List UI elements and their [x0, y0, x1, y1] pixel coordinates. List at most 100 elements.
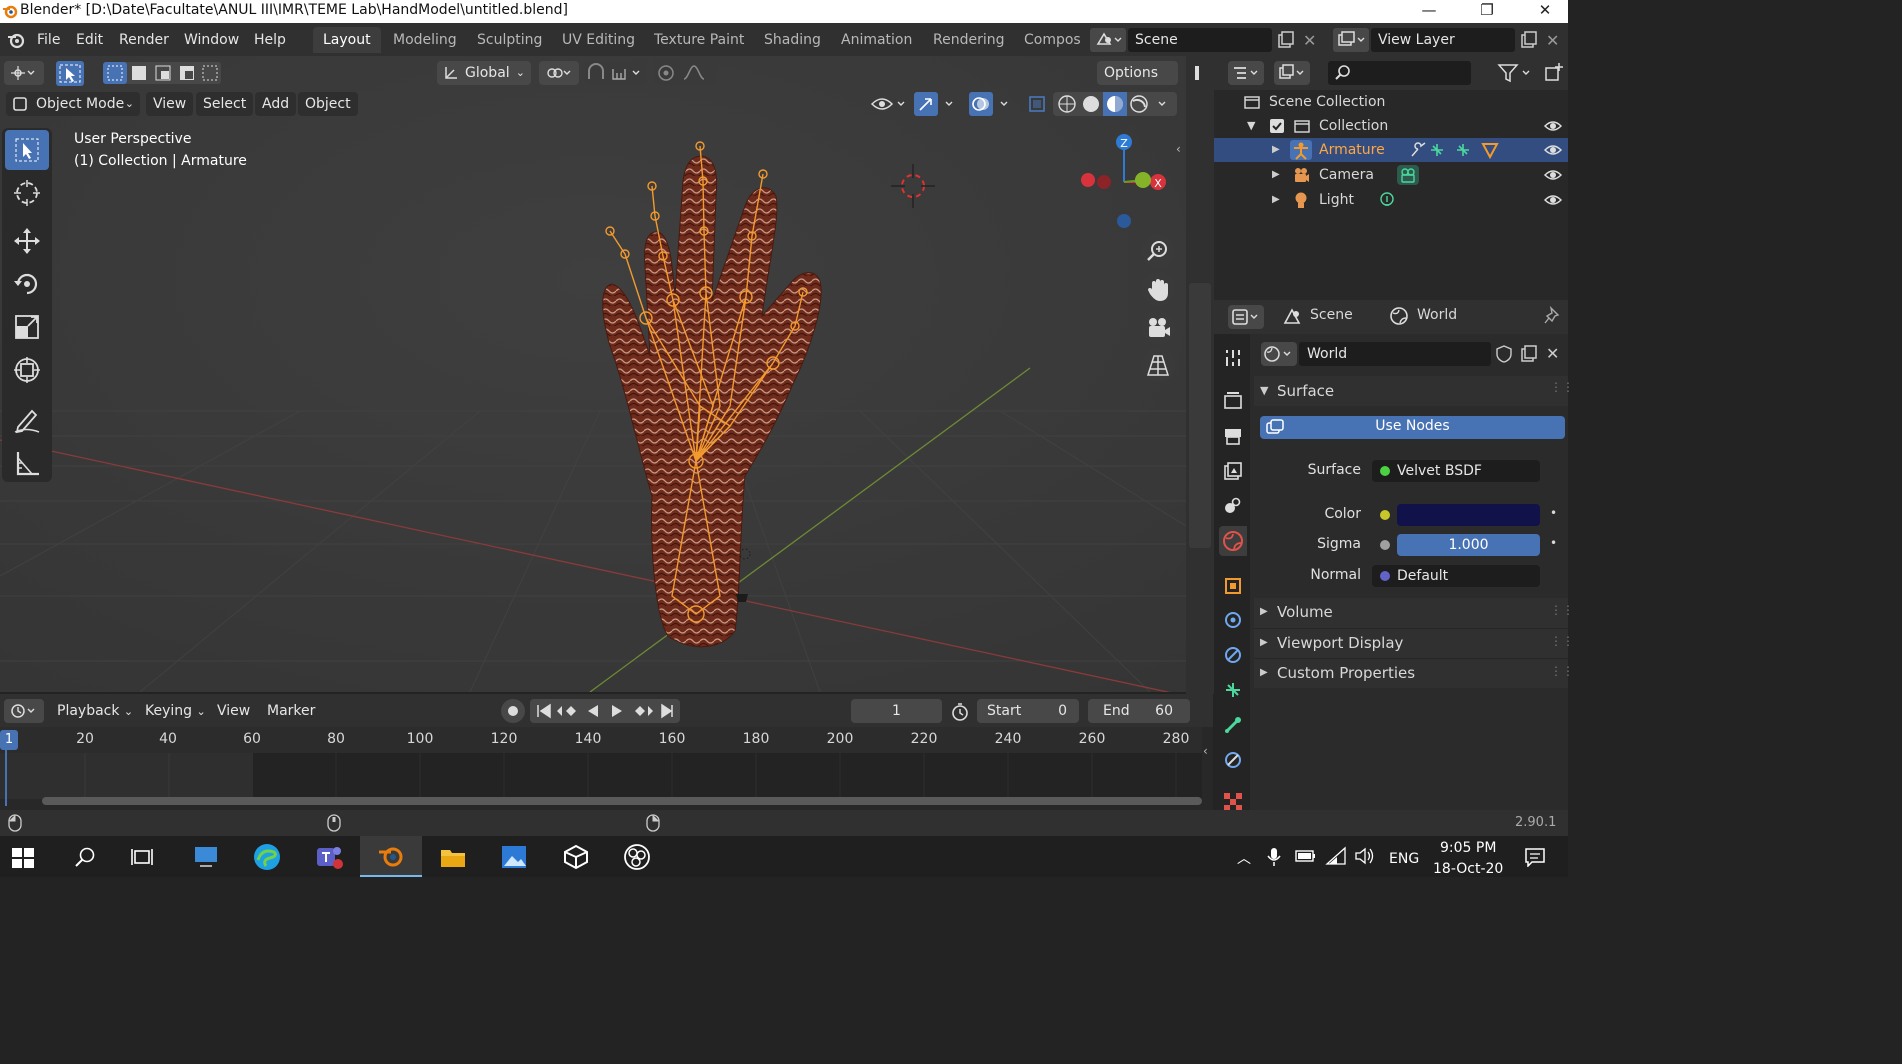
- timeline-view-menu[interactable]: View: [210, 699, 258, 723]
- windows-start-icon[interactable]: [12, 848, 34, 868]
- pivot-point-dropdown[interactable]: [539, 61, 579, 85]
- visibility-eye-icon[interactable]: [1544, 192, 1562, 208]
- expand-arrow-icon[interactable]: ▼: [1260, 384, 1268, 397]
- tab-uv-editing[interactable]: UV Editing: [552, 27, 645, 53]
- notifications-icon[interactable]: [1524, 847, 1546, 867]
- zoom-icon[interactable]: [1141, 234, 1175, 268]
- custom-properties-panel-header[interactable]: ▶ Custom Properties ⋮⋮: [1254, 658, 1574, 688]
- bone-tab-icon[interactable]: [1223, 715, 1243, 735]
- clock-time[interactable]: 9:05 PM: [1440, 840, 1496, 856]
- start-frame-field[interactable]: Start 0: [977, 699, 1079, 723]
- outliner-row-armature[interactable]: ▶ Armature: [1214, 138, 1568, 162]
- constraints-tab-icon[interactable]: [1223, 645, 1243, 665]
- expand-arrow-icon[interactable]: ▶: [1272, 188, 1280, 212]
- search-taskbar-icon[interactable]: [74, 846, 96, 868]
- obs-app-icon[interactable]: [623, 843, 651, 871]
- armature-data-tab-icon[interactable]: [1223, 680, 1243, 700]
- visibility-dropdown[interactable]: [869, 92, 909, 116]
- texture-tab-icon[interactable]: [1223, 792, 1243, 810]
- photos-app-icon[interactable]: [500, 844, 528, 870]
- marker-menu[interactable]: Marker: [260, 699, 323, 723]
- blender-menu-icon[interactable]: [6, 30, 26, 50]
- end-frame-field[interactable]: End 60: [1088, 699, 1190, 723]
- gizmo-toggle-icon[interactable]: [914, 92, 962, 116]
- tool-settings-tab-icon[interactable]: [1223, 348, 1243, 368]
- outliner-row-scene-collection[interactable]: Scene Collection: [1214, 90, 1568, 114]
- drag-handle-icon[interactable]: ⋮⋮: [1550, 380, 1574, 394]
- current-frame-field[interactable]: 1: [851, 699, 942, 723]
- physics-tab-icon[interactable]: [1223, 610, 1243, 630]
- show-hidden-icons-icon[interactable]: ︿: [1237, 848, 1251, 868]
- timeline-horizontal-scrollbar[interactable]: [42, 797, 1202, 805]
- tab-modeling[interactable]: Modeling: [383, 27, 467, 53]
- clock-date[interactable]: 18-Oct-20: [1433, 861, 1503, 877]
- sigma-slider[interactable]: 1.000: [1397, 534, 1540, 556]
- world-browse-button[interactable]: [1261, 342, 1297, 366]
- keyframe-dot-icon[interactable]: •: [1550, 536, 1557, 550]
- transform-tool-icon[interactable]: [5, 350, 49, 390]
- output-tab-icon[interactable]: [1223, 426, 1243, 446]
- timeline-track-area[interactable]: [253, 753, 1202, 799]
- select-tool-button[interactable]: [56, 61, 84, 86]
- tab-sculpting[interactable]: Sculpting: [467, 27, 552, 53]
- collection-checkbox[interactable]: [1270, 119, 1284, 133]
- delete-view-layer-icon[interactable]: ✕: [1546, 31, 1559, 50]
- normal-field[interactable]: Default: [1372, 565, 1540, 587]
- menu-help[interactable]: Help: [254, 32, 286, 48]
- tab-rendering[interactable]: Rendering: [923, 27, 1015, 53]
- menu-object[interactable]: Object: [298, 92, 358, 116]
- viewport-display-panel-header[interactable]: ▶ Viewport Display ⋮⋮: [1254, 628, 1574, 658]
- tab-texture-paint[interactable]: Texture Paint: [644, 27, 754, 53]
- outliner-editor-type-button[interactable]: [1228, 61, 1264, 85]
- scene-browse-button[interactable]: [1090, 28, 1126, 52]
- menu-select[interactable]: Select: [196, 92, 254, 116]
- fake-user-shield-icon[interactable]: [1494, 344, 1514, 364]
- playback-controls[interactable]: [530, 699, 680, 723]
- menu-window[interactable]: Window: [184, 32, 239, 48]
- visibility-eye-icon[interactable]: [1544, 118, 1562, 134]
- annotate-tool-icon[interactable]: [5, 400, 49, 440]
- unity-app-icon[interactable]: [562, 844, 590, 870]
- editor-type-button[interactable]: [4, 61, 44, 85]
- color-swatch[interactable]: [1397, 504, 1540, 526]
- expand-arrow-icon[interactable]: ▶: [1272, 138, 1280, 162]
- tab-compositing[interactable]: Compos: [1014, 27, 1091, 53]
- expand-arrow-icon[interactable]: ▼: [1247, 114, 1255, 138]
- filter-icon[interactable]: [1497, 62, 1537, 84]
- surface-shader-field[interactable]: Velvet BSDF: [1372, 460, 1540, 482]
- unlink-world-icon[interactable]: ✕: [1546, 344, 1559, 363]
- transform-orientation-dropdown[interactable]: Global ⌄: [437, 61, 531, 85]
- cursor-tool-icon[interactable]: [5, 173, 49, 213]
- move-tool-icon[interactable]: [5, 221, 49, 261]
- tab-shading[interactable]: Shading: [754, 27, 831, 53]
- desktop-app-icon[interactable]: [192, 844, 220, 870]
- world-name-field[interactable]: World: [1299, 342, 1491, 366]
- menu-view[interactable]: View: [146, 92, 194, 116]
- camera-view-icon[interactable]: [1141, 310, 1175, 344]
- light-data-icon[interactable]: [1378, 191, 1396, 209]
- scene-breadcrumb[interactable]: Scene: [1310, 307, 1353, 323]
- expand-arrow-icon[interactable]: ▶: [1272, 163, 1280, 187]
- outliner-row-light[interactable]: ▶ Light: [1214, 188, 1568, 212]
- microphone-icon[interactable]: [1267, 847, 1281, 867]
- snap-toggle-button[interactable]: [585, 61, 647, 85]
- perspective-toggle-icon[interactable]: [1141, 348, 1175, 382]
- properties-editor-type-button[interactable]: [1228, 305, 1264, 329]
- select-mode-icons[interactable]: [103, 62, 221, 84]
- render-tab-icon[interactable]: [1223, 390, 1243, 410]
- use-nodes-button[interactable]: Use Nodes: [1260, 416, 1565, 439]
- sidebar-toggle-icon[interactable]: ‹: [1176, 142, 1181, 156]
- world-breadcrumb[interactable]: World: [1417, 307, 1457, 323]
- close-window-button[interactable]: ✕: [1522, 0, 1568, 23]
- expand-arrow-icon[interactable]: ▶: [1260, 637, 1268, 648]
- keying-dropdown[interactable]: Keying ⌄: [138, 699, 213, 723]
- new-collection-icon[interactable]: [1544, 62, 1564, 82]
- object-tab-icon[interactable]: [1223, 576, 1243, 596]
- proportional-editing-button[interactable]: [654, 61, 716, 85]
- armature-data-icons[interactable]: [1409, 141, 1509, 159]
- keyframe-dot-icon[interactable]: •: [1550, 506, 1557, 520]
- overlays-toggle-icon[interactable]: [969, 92, 1017, 116]
- viewport-menu-icon[interactable]: [1195, 66, 1209, 80]
- new-view-layer-icon[interactable]: [1519, 30, 1539, 50]
- new-world-icon[interactable]: [1519, 344, 1539, 364]
